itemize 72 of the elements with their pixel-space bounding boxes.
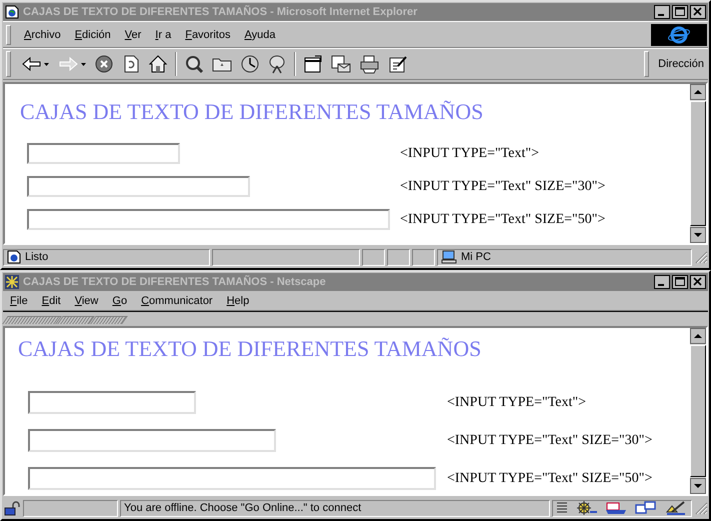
pen-icon[interactable]	[664, 500, 688, 516]
window-title: CAJAS DE TEXTO DE DIFERENTES TAMAÑOS - Microsoft Internet Explorer	[23, 6, 418, 18]
menu-item[interactable]: Help	[220, 294, 256, 306]
menu-item[interactable]: Ayuda	[237, 28, 282, 40]
menu-item[interactable]: Communicator	[134, 294, 220, 306]
resize-grip-icon[interactable]	[694, 501, 708, 515]
clock-icon[interactable]	[240, 54, 260, 74]
scroll-thumb[interactable]	[690, 345, 706, 477]
close-button[interactable]	[690, 275, 706, 289]
list-icon[interactable]	[556, 501, 568, 515]
satellite-dish-icon[interactable]	[267, 54, 287, 74]
menu-item[interactable]: Ver	[118, 28, 148, 40]
code-label: <INPUT TYPE="Text" SIZE="50">	[447, 470, 654, 486]
window-icon[interactable]	[303, 54, 323, 74]
scroll-down-button[interactable]	[690, 478, 706, 494]
page-heading: CAJAS DE TEXTO DE DIFERENTES TAMAÑOS	[18, 336, 482, 362]
computer-icon	[441, 250, 457, 264]
minimize-button[interactable]	[654, 5, 670, 19]
menu-item[interactable]: View	[68, 294, 106, 306]
code-label: <INPUT TYPE="Text">	[400, 146, 540, 162]
status-text: Listo	[25, 251, 48, 263]
search-icon[interactable]	[184, 54, 204, 74]
back-arrow-icon[interactable]	[20, 54, 50, 74]
code-label: <INPUT TYPE="Text">	[447, 394, 588, 410]
scrollbar[interactable]	[690, 328, 706, 494]
menu-item[interactable]: Archivo	[17, 28, 68, 40]
scroll-up-button[interactable]	[690, 84, 706, 100]
minimize-button[interactable]	[654, 275, 670, 289]
scroll-up-button[interactable]	[690, 328, 706, 344]
globe-logo-icon	[668, 26, 690, 44]
maximize-button[interactable]	[672, 5, 688, 19]
scrollbar[interactable]	[690, 84, 706, 243]
page-heading: CAJAS DE TEXTO DE DIFERENTES TAMAÑOS	[20, 99, 484, 125]
text-input[interactable]	[28, 429, 276, 452]
page-icon	[7, 250, 21, 264]
text-input[interactable]	[27, 209, 390, 230]
status-panel	[387, 248, 410, 266]
menu-item[interactable]: Edición	[68, 28, 118, 40]
scroll-down-button[interactable]	[690, 227, 706, 243]
edit-icon[interactable]	[388, 54, 408, 74]
code-label: <INPUT TYPE="Text" SIZE="30">	[447, 432, 654, 448]
star-icon	[5, 275, 19, 289]
stop-icon[interactable]	[94, 54, 114, 74]
lock-icon[interactable]	[3, 500, 21, 516]
text-input[interactable]	[28, 391, 196, 414]
mail-icon[interactable]	[330, 54, 352, 74]
menu-item[interactable]: Go	[105, 294, 134, 306]
code-label: <INPUT TYPE="Text" SIZE="50">	[400, 212, 606, 228]
chat-icon[interactable]	[634, 500, 658, 516]
zone-text: Mi PC	[461, 251, 491, 263]
text-input[interactable]	[27, 143, 180, 164]
menu-item[interactable]: Ir a	[148, 28, 178, 40]
status-text: You are offline. Choose "Go Online..." to connect	[124, 502, 362, 514]
code-label: <INPUT TYPE="Text" SIZE="30">	[400, 178, 606, 194]
text-input[interactable]	[27, 176, 250, 197]
status-panel	[412, 248, 435, 266]
text-input[interactable]	[28, 467, 436, 490]
page-icon	[5, 5, 19, 19]
scroll-thumb[interactable]	[690, 101, 706, 226]
window-title: CAJAS DE TEXTO DE DIFERENTES TAMAÑOS - Netscape	[23, 276, 327, 288]
home-icon[interactable]	[148, 54, 168, 74]
printer-icon[interactable]	[359, 54, 381, 74]
mail-tray-icon[interactable]	[604, 500, 628, 516]
navigator-icon[interactable]	[574, 500, 598, 516]
maximize-button[interactable]	[672, 275, 688, 289]
menu-item[interactable]: Edit	[34, 294, 68, 306]
address-label: Dirección	[658, 58, 705, 70]
menu-item[interactable]: Favoritos	[178, 28, 238, 40]
status-panel	[362, 248, 385, 266]
close-button[interactable]	[690, 5, 706, 19]
resize-grip-icon[interactable]	[694, 250, 708, 264]
menu-item[interactable]: File	[3, 294, 35, 306]
